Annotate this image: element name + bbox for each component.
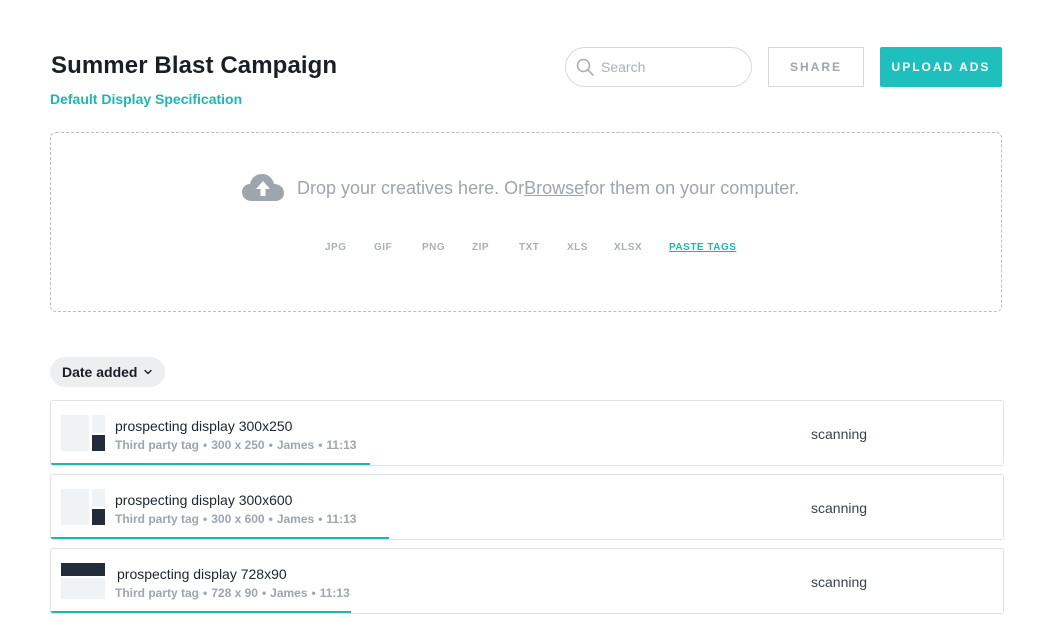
- filetype-png: PNG: [422, 242, 446, 253]
- dropzone-text-after: for them on your computer.: [584, 177, 800, 198]
- ad-status: scanning: [811, 426, 868, 442]
- ad-meta: Third party tag • 300 x 250 • James • 11:13: [115, 438, 357, 452]
- search-box[interactable]: [565, 47, 752, 87]
- ad-thumbnail: [61, 489, 105, 525]
- ad-progress: [51, 463, 1003, 465]
- filetype-zip: ZIP: [472, 242, 490, 253]
- filetype-txt: TXT: [519, 242, 540, 253]
- ad-status: scanning: [811, 500, 868, 516]
- ad-size: 300 x 600: [211, 512, 265, 526]
- upload-ads-button[interactable]: UPLOAD ADS: [880, 47, 1002, 87]
- ad-meta: Third party tag • 300 x 600 • James • 11:13: [115, 512, 357, 526]
- dropzone-message: Drop your creatives here. Or Browse for …: [241, 171, 799, 205]
- dropzone[interactable]: Drop your creatives here. Or Browse for …: [50, 132, 1002, 312]
- ad-time: 11:13: [319, 586, 350, 600]
- page-title: Summer Blast Campaign: [51, 52, 338, 79]
- paste-tags-link[interactable]: PASTE TAGS: [669, 242, 736, 253]
- ad-thumbnail: [61, 563, 105, 599]
- ad-thumbnail: [61, 415, 105, 451]
- ad-row[interactable]: prospecting display 300x600 Third party …: [50, 474, 1004, 540]
- ad-user: James: [276, 438, 315, 452]
- ad-meta: Third party tag • 728 x 90 • James • 11:13: [115, 586, 350, 600]
- spec-subtitle[interactable]: Default Display Specification: [50, 91, 242, 107]
- ad-progress-fill: [51, 537, 389, 539]
- ad-time: 11:13: [326, 438, 357, 452]
- ad-size: 728 x 90: [211, 586, 258, 600]
- ad-progress-fill: [51, 463, 370, 465]
- filetype-jpg: JPG: [325, 242, 347, 253]
- search-icon: [576, 58, 594, 76]
- browse-link[interactable]: Browse: [524, 178, 584, 199]
- ad-type: Third party tag: [115, 586, 200, 600]
- cloud-upload-icon: [242, 174, 284, 201]
- ad-name: prospecting display 728x90: [117, 566, 287, 582]
- ad-name: prospecting display 300x250: [115, 418, 293, 434]
- ad-name: prospecting display 300x600: [115, 492, 293, 508]
- sort-dropdown[interactable]: Date added: [50, 357, 165, 387]
- ad-progress: [51, 611, 1003, 613]
- ad-user: James: [270, 586, 308, 600]
- ad-time: 11:13: [326, 512, 357, 526]
- ad-size: 300 x 250: [211, 438, 265, 452]
- ad-progress: [51, 537, 1003, 539]
- filetype-xlsx: XLSX: [614, 242, 643, 253]
- filetype-xls: XLS: [567, 242, 588, 253]
- ad-progress-fill: [51, 611, 351, 613]
- ad-row[interactable]: prospecting display 300x250 Third party …: [50, 400, 1004, 466]
- share-button[interactable]: SHARE: [768, 47, 864, 87]
- filetype-gif: GIF: [374, 242, 393, 253]
- ad-user: James: [276, 512, 315, 526]
- ad-status: scanning: [811, 574, 868, 590]
- ad-row[interactable]: prospecting display 728x90 Third party t…: [50, 548, 1004, 614]
- ad-type: Third party tag: [115, 438, 200, 452]
- search-input[interactable]: [601, 59, 741, 75]
- sort-label: Date added: [62, 364, 138, 380]
- ad-type: Third party tag: [115, 512, 200, 526]
- chevron-down-icon: [144, 369, 153, 375]
- dropzone-text-before: Drop your creatives here. Or: [297, 177, 525, 198]
